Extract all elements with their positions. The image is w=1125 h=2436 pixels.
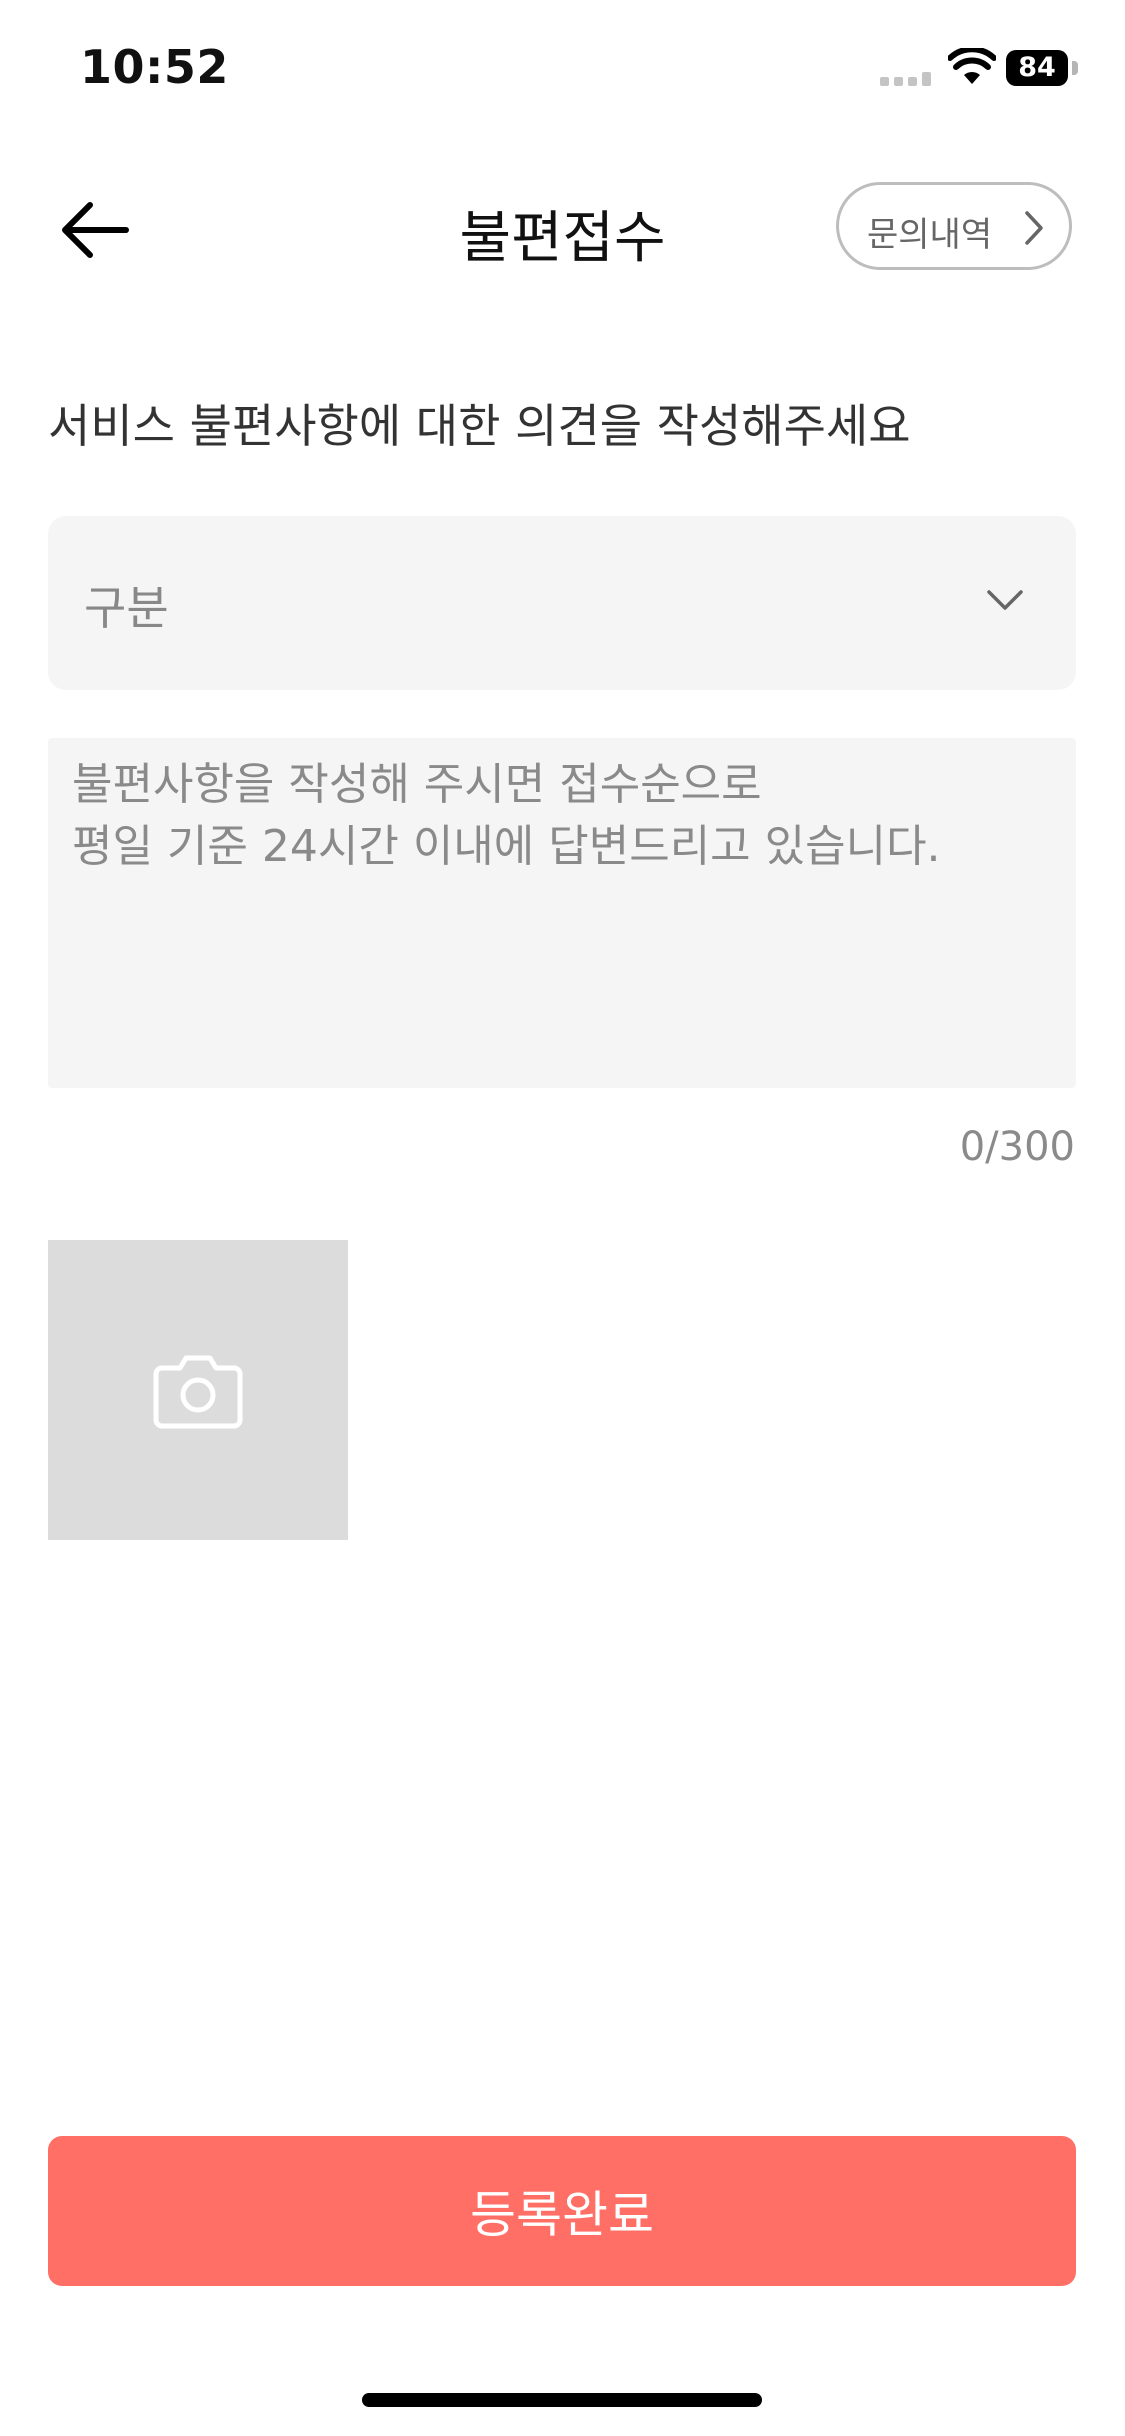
status-time: 10:52 [80, 40, 229, 94]
wifi-icon [948, 48, 996, 84]
chevron-down-icon [987, 590, 1023, 610]
category-select[interactable]: 구분 [48, 516, 1076, 690]
char-count: 0/300 [959, 1124, 1075, 1170]
home-indicator [362, 2393, 762, 2407]
chevron-right-icon [1025, 211, 1043, 245]
inquiry-history-label: 문의내역 [867, 215, 993, 255]
cell-signal-icon [880, 72, 931, 86]
submit-button[interactable]: 등록완료 [48, 2136, 1076, 2286]
battery-cap [1072, 61, 1078, 75]
category-placeholder: 구분 [84, 581, 169, 635]
status-bar: 10:52 84 [0, 0, 1125, 140]
battery-level: 84 [1006, 50, 1068, 86]
header: 불편접수 문의내역 [0, 165, 1125, 295]
guide-text: 서비스 불편사항에 대한 의견을 작성해주세요 [48, 399, 911, 453]
battery-icon: 84 [1006, 50, 1080, 86]
photo-add-button[interactable] [48, 1240, 348, 1540]
camera-icon [153, 1355, 243, 1429]
content-textarea[interactable] [48, 738, 1076, 1088]
inquiry-history-button[interactable]: 문의내역 [836, 182, 1072, 270]
